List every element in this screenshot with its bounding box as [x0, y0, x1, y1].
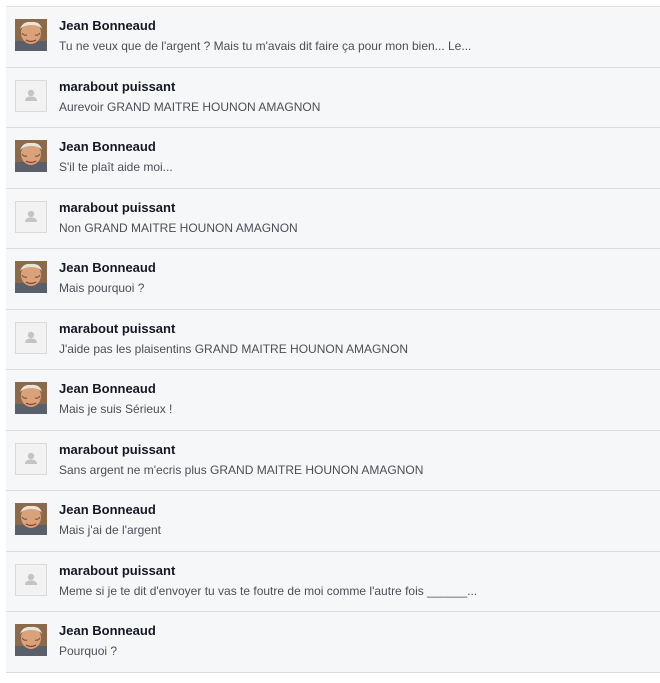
message-item[interactable]: Jean Bonneaud Pourquoi ?	[6, 612, 660, 673]
message-sender[interactable]: Jean Bonneaud	[59, 623, 156, 638]
message-text: Aurevoir GRAND MAITRE HOUNON AMAGNON	[59, 99, 321, 114]
person-photo-icon	[15, 261, 47, 293]
message-sender[interactable]: Jean Bonneaud	[59, 18, 156, 33]
message-sender[interactable]: marabout puissant	[59, 442, 175, 457]
default-user-icon	[25, 452, 37, 464]
message-sender[interactable]: marabout puissant	[59, 321, 175, 336]
default-user-icon	[25, 573, 37, 585]
avatar[interactable]	[15, 79, 47, 112]
avatar[interactable]	[15, 382, 47, 414]
message-item[interactable]: Jean Bonneaud Tu ne veux que de l'argent…	[6, 7, 660, 68]
default-user-icon	[25, 89, 37, 101]
message-sender[interactable]: marabout puissant	[59, 79, 175, 94]
person-photo-icon	[15, 503, 47, 535]
message-item[interactable]: Jean Bonneaud Mais j'ai de l'argent	[6, 491, 660, 552]
message-thread: Jean Bonneaud Tu ne veux que de l'argent…	[6, 6, 660, 673]
message-item[interactable]: marabout puissant Non GRAND MAITRE HOUNO…	[6, 188, 660, 249]
message-text: S'il te plaît aide moi...	[59, 160, 173, 174]
message-text: Non GRAND MAITRE HOUNON AMAGNON	[59, 220, 298, 235]
message-sender[interactable]: Jean Bonneaud	[59, 381, 156, 396]
message-item[interactable]: marabout puissant J'aide pas les plaisen…	[6, 309, 660, 370]
message-text: Mais j'ai de l'argent	[59, 523, 161, 537]
message-item[interactable]: Jean Bonneaud S'il te plaît aide moi...	[6, 128, 660, 189]
message-text: Mais je suis Sérieux !	[59, 402, 173, 416]
avatar[interactable]	[15, 442, 47, 475]
avatar[interactable]	[15, 503, 47, 535]
avatar[interactable]	[15, 19, 47, 51]
avatar[interactable]	[15, 200, 47, 233]
avatar[interactable]	[15, 624, 47, 656]
person-photo-icon	[15, 140, 47, 172]
message-text: Tu ne veux que de l'argent ? Mais tu m'a…	[59, 39, 472, 53]
person-photo-icon	[15, 19, 47, 51]
avatar[interactable]	[15, 563, 47, 596]
message-item[interactable]: Jean Bonneaud Mais pourquoi ?	[6, 249, 660, 310]
message-text: J'aide pas les plaisentins GRAND MAITRE …	[59, 341, 409, 356]
message-sender[interactable]: Jean Bonneaud	[59, 139, 156, 154]
person-photo-icon	[15, 624, 47, 656]
message-item[interactable]: marabout puissant Aurevoir GRAND MAITRE …	[6, 67, 660, 128]
message-text: Pourquoi ?	[59, 644, 118, 658]
avatar[interactable]	[15, 261, 47, 293]
default-user-icon	[25, 331, 37, 343]
message-sender[interactable]: Jean Bonneaud	[59, 260, 156, 275]
avatar[interactable]	[15, 321, 47, 354]
message-item[interactable]: marabout puissant Meme si je te dit d'en…	[6, 551, 660, 612]
avatar[interactable]	[15, 140, 47, 172]
message-item[interactable]: marabout puissant Sans argent ne m'ecris…	[6, 430, 660, 491]
message-text: Sans argent ne m'ecris plus GRAND MAITRE…	[59, 462, 424, 477]
default-user-icon	[25, 210, 37, 222]
message-sender[interactable]: marabout puissant	[59, 563, 175, 578]
person-photo-icon	[15, 382, 47, 414]
message-text: Mais pourquoi ?	[59, 281, 145, 295]
message-item[interactable]: Jean Bonneaud Mais je suis Sérieux !	[6, 370, 660, 431]
message-text: Meme si je te dit d'envoyer tu vas te fo…	[59, 583, 478, 598]
message-sender[interactable]: Jean Bonneaud	[59, 502, 156, 517]
message-sender[interactable]: marabout puissant	[59, 200, 175, 215]
